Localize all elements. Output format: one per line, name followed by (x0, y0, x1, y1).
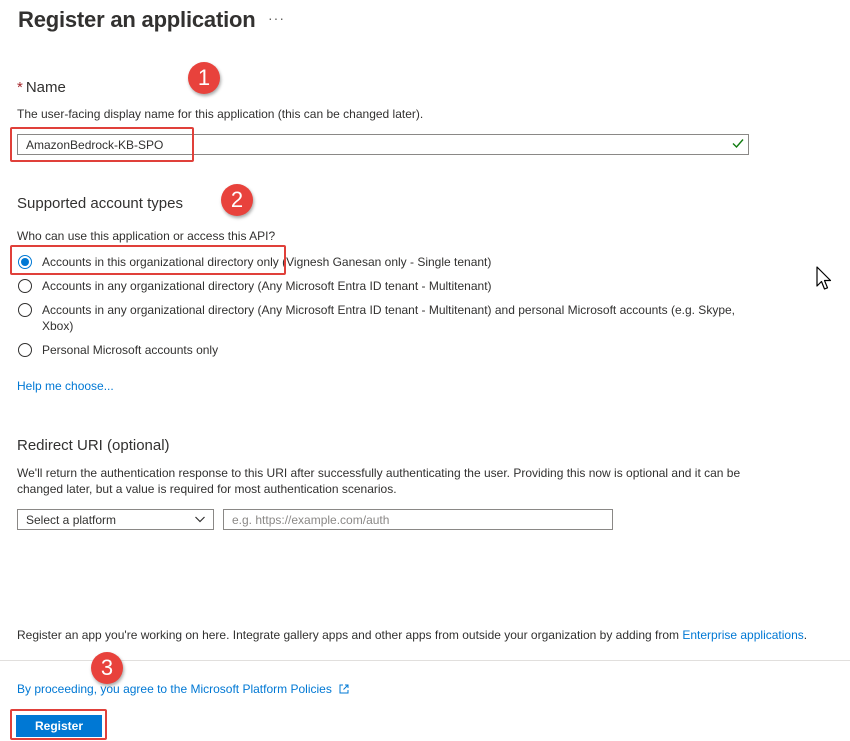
radio-label: Accounts in any organizational directory… (42, 303, 735, 333)
account-types-question: Who can use this application or access t… (17, 229, 276, 243)
account-types-heading: Supported account types (17, 195, 183, 212)
radio-button[interactable] (18, 343, 32, 357)
redirect-uri-heading: Redirect URI (optional) (17, 437, 170, 454)
platform-select[interactable]: Select a platform (17, 509, 214, 530)
redirect-uri-input[interactable] (223, 509, 613, 530)
platform-select-value: Select a platform (26, 513, 117, 527)
annotation-marker-2: 2 (221, 184, 253, 216)
annotation-box-account-type (10, 245, 286, 275)
help-me-choose-link[interactable]: Help me choose... (17, 379, 114, 393)
platform-policies-link[interactable]: By proceeding, you agree to the Microsof… (17, 682, 332, 696)
name-description: The user-facing display name for this ap… (17, 107, 424, 121)
annotation-marker-1: 1 (188, 62, 220, 94)
divider (0, 660, 850, 661)
more-options-icon[interactable]: ··· (268, 10, 285, 26)
mouse-cursor-icon (816, 266, 832, 290)
page-title: Register an application (18, 7, 256, 32)
footer-info: Register an app you're working on here. … (17, 628, 807, 642)
chevron-down-icon (195, 516, 205, 523)
annotation-box-register (10, 709, 107, 740)
footer-info-end: . (803, 628, 808, 642)
annotation-box-name (10, 127, 194, 162)
name-label-text: Name (25, 79, 66, 96)
name-label: * Name (17, 79, 66, 96)
radio-button[interactable] (18, 303, 32, 317)
radio-label: Personal Microsoft accounts only (42, 343, 219, 357)
radio-option-multitenant-personal[interactable]: Accounts in any organizational directory… (18, 303, 753, 334)
checkmark-icon (732, 139, 744, 149)
radio-option-multitenant[interactable]: Accounts in any organizational directory… (18, 279, 758, 294)
required-star: * (17, 79, 23, 96)
policy-row: By proceeding, you agree to the Microsof… (17, 682, 350, 696)
radio-label: Accounts in any organizational directory… (42, 279, 492, 293)
enterprise-applications-link[interactable]: Enterprise applications (682, 628, 803, 642)
radio-option-personal[interactable]: Personal Microsoft accounts only (18, 343, 758, 358)
footer-info-text: Register an app you're working on here. … (17, 628, 680, 642)
annotation-marker-3: 3 (91, 652, 123, 684)
radio-button[interactable] (18, 279, 32, 293)
external-link-icon (339, 684, 349, 694)
redirect-uri-description: We'll return the authentication response… (17, 466, 741, 496)
